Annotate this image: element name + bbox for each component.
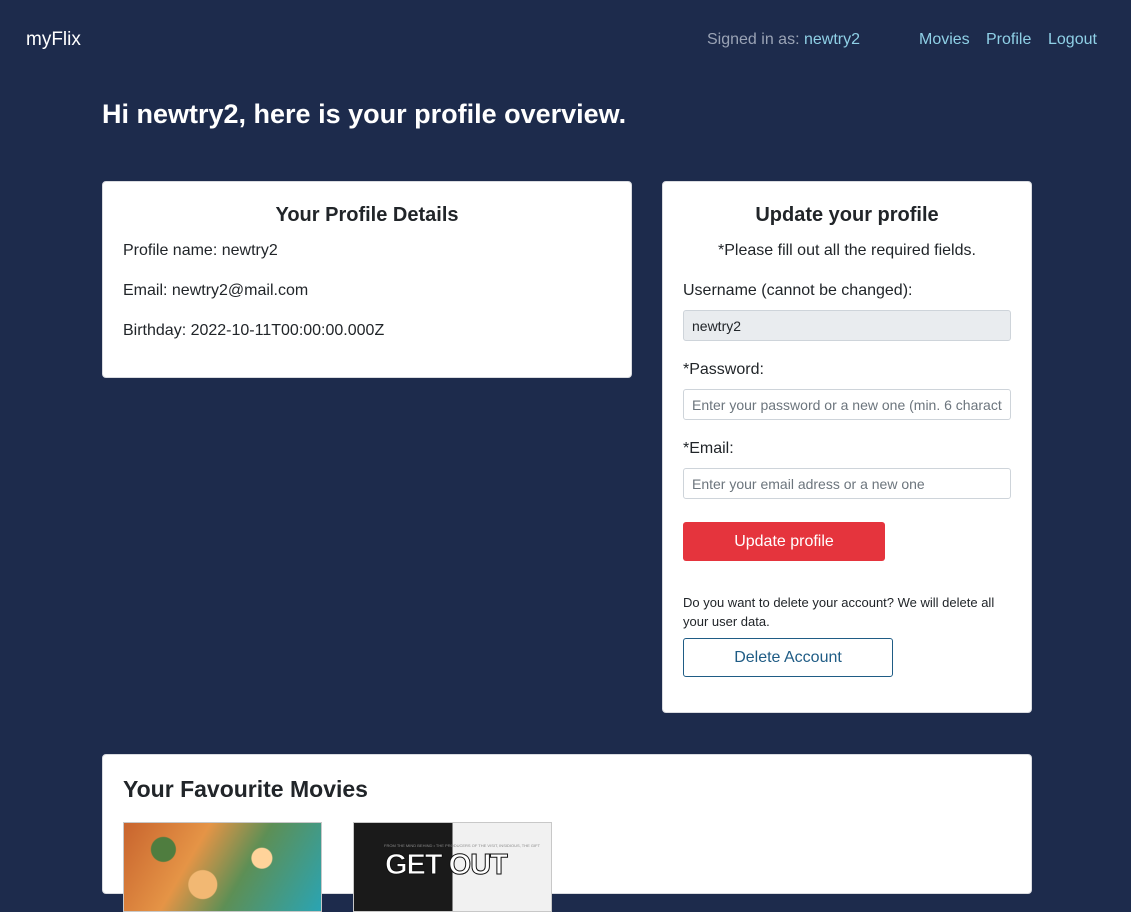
movie-poster[interactable] xyxy=(123,822,322,912)
required-fields-note: *Please fill out all the required fields… xyxy=(718,242,976,259)
profile-details-title: Your Profile Details xyxy=(275,204,459,226)
profile-details-card: Your Profile Details Profile name: newtr… xyxy=(102,181,632,378)
top-navbar: myFlix Signed in as: newtry2 Movies Prof… xyxy=(0,0,1131,80)
update-profile-button[interactable]: Update profile xyxy=(683,522,885,561)
email-label: *Email: xyxy=(683,440,734,457)
username-label: Username (cannot be changed): xyxy=(683,282,913,299)
delete-account-note: Do you want to delete your account? We w… xyxy=(683,595,995,629)
password-field[interactable] xyxy=(683,389,1011,420)
update-profile-card: Update your profile *Please fill out all… xyxy=(662,181,1032,713)
signed-in-user: newtry2 xyxy=(803,31,860,48)
password-label: *Password: xyxy=(683,361,764,378)
poster-title: GET OUT xyxy=(385,849,509,882)
nav-link-profile[interactable]: Profile xyxy=(986,31,1031,49)
profile-email-text: Email: newtry2@mail.com xyxy=(123,282,309,299)
email-field[interactable] xyxy=(683,468,1011,499)
signed-in-indicator: Signed in as: newtry2 xyxy=(707,31,860,49)
favourite-movies-card: Your Favourite Movies FROM THE MIND BEHI… xyxy=(102,754,1032,912)
profile-birthday-text: Birthday: 2022-10-11T00:00:00.000Z xyxy=(123,322,385,339)
delete-account-button[interactable]: Delete Account xyxy=(683,638,893,677)
movie-poster[interactable]: FROM THE MIND BEHIND • THE PRODUCERS OF … xyxy=(353,822,552,912)
page-title: Hi newtry2, here is your profile overvie… xyxy=(102,99,627,129)
username-field xyxy=(683,310,1011,341)
favourite-movies-title: Your Favourite Movies xyxy=(123,776,368,802)
nav-link-movies[interactable]: Movies xyxy=(919,31,970,49)
poster-tagline: FROM THE MIND BEHIND • THE PRODUCERS OF … xyxy=(384,843,541,848)
profile-name-text: Profile name: newtry2 xyxy=(123,242,278,259)
update-profile-title: Update your profile xyxy=(755,204,939,226)
signed-in-label: Signed in as: xyxy=(707,31,800,48)
brand-logo[interactable]: myFlix xyxy=(26,29,81,51)
nav-link-logout[interactable]: Logout xyxy=(1048,31,1097,49)
